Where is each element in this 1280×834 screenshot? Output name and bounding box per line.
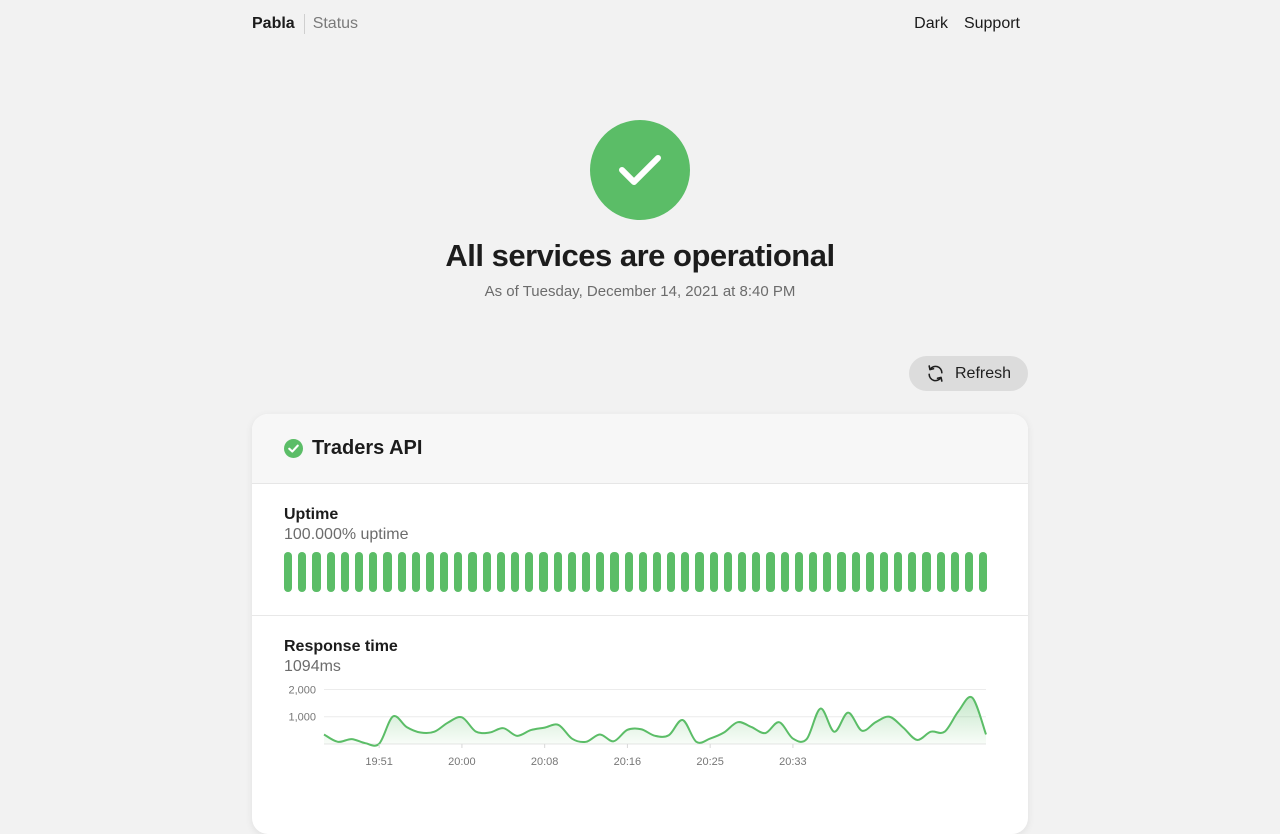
uptime-bar[interactable] [837,552,846,592]
uptime-bar[interactable] [936,552,945,592]
x-tick-label: 20:16 [614,756,642,768]
uptime-bar[interactable] [511,552,520,592]
uptime-bar[interactable] [808,552,818,592]
brand[interactable]: Pabla Status [252,14,358,34]
uptime-bar[interactable] [681,552,690,592]
uptime-value: 100.000% uptime [284,526,409,543]
uptime-bar[interactable] [950,552,959,592]
brand-name[interactable]: Pabla [252,15,295,33]
service-card: Traders API Uptime 100.000% uptime Respo… [252,414,1028,834]
uptime-bar[interactable] [354,552,364,592]
refresh-label: Refresh [954,364,1012,382]
page-title: All services are operational [445,238,835,273]
uptime-section: Uptime 100.000% uptime [252,484,1028,616]
uptime-bar[interactable] [525,552,534,592]
uptime-bar[interactable] [865,552,874,592]
service-name: Traders API [312,437,423,459]
uptime-bar[interactable] [652,552,662,592]
y-tick-label: 2,000 [288,684,316,696]
uptime-bar[interactable] [369,552,378,592]
uptime-bar[interactable] [979,552,988,592]
uptime-bar[interactable] [581,552,591,592]
x-tick-label: 20:08 [531,756,559,768]
uptime-bar[interactable] [908,552,917,592]
checkmark-icon [619,155,661,185]
uptime-bar[interactable] [638,552,647,592]
uptime-bar[interactable] [567,552,576,592]
uptime-bars [284,552,996,592]
response-time-section: Response time 1094ms 1,000 2,000 19:51 20:0… [252,616,1028,779]
response-time-area [324,696,986,746]
uptime-bar[interactable] [284,552,293,592]
uptime-bar[interactable] [454,552,463,592]
x-tick-label: 19:51 [365,756,393,768]
uptime-bar[interactable] [340,552,349,592]
uptime-bar[interactable] [879,552,889,592]
uptime-bar[interactable] [482,552,491,592]
uptime-bar[interactable] [383,552,392,592]
status-check-icon [590,120,690,220]
dark-mode-link[interactable]: Dark [914,15,948,33]
uptime-title: Uptime [284,506,339,523]
uptime-bar[interactable] [624,552,633,592]
brand-divider [303,14,305,34]
uptime-bar[interactable] [596,552,605,592]
uptime-bar[interactable] [326,552,335,592]
uptime-bar[interactable] [794,552,803,592]
uptime-bar[interactable] [723,552,732,592]
service-header[interactable]: Traders API [252,414,1028,484]
top-bar: Pabla Status Dark Support [252,12,1020,36]
uptime-bar[interactable] [553,552,562,592]
uptime-bar[interactable] [752,552,761,592]
uptime-bar[interactable] [823,552,832,592]
uptime-bar[interactable] [411,552,420,592]
response-time-chart: 1,000 2,000 19:51 20:00 20:08 20:16 20:25 20:33 [252,684,996,779]
uptime-bar[interactable] [894,552,903,592]
uptime-bar[interactable] [695,552,704,592]
uptime-bar[interactable] [440,552,449,592]
support-link[interactable]: Support [964,15,1020,33]
response-time-title: Response time [284,638,398,655]
uptime-bar[interactable] [922,552,931,592]
uptime-bar[interactable] [397,552,406,592]
x-tick-label: 20:25 [696,756,724,768]
uptime-bar[interactable] [610,552,619,592]
uptime-bar[interactable] [496,552,505,592]
uptime-bar[interactable] [539,552,548,592]
status-timestamp: As of Tuesday, December 14, 2021 at 8:40… [484,283,796,300]
x-tick-label: 20:00 [448,756,476,768]
uptime-bar[interactable] [298,552,307,592]
uptime-bar[interactable] [766,552,775,592]
check-circle-icon [284,439,303,458]
uptime-bar[interactable] [312,552,321,592]
uptime-bar[interactable] [780,552,789,592]
top-nav: Dark Support [914,15,1020,33]
uptime-bar[interactable] [468,552,477,592]
uptime-bar[interactable] [965,552,974,592]
response-time-value: 1094ms [284,658,341,675]
uptime-bar[interactable] [851,552,860,592]
uptime-bar[interactable] [709,552,718,592]
x-tick-label: 20:33 [779,756,807,768]
y-tick-label: 1,000 [288,712,316,724]
refresh-icon [928,365,943,382]
uptime-bar[interactable] [667,552,676,592]
uptime-bar[interactable] [738,552,747,592]
response-time-chart-svg: 1,000 2,000 19:51 20:00 20:08 20:16 20:25 20:33 [288,684,987,768]
uptime-bar[interactable] [425,552,435,592]
brand-page-label: Status [312,15,359,32]
refresh-button[interactable]: Refresh [909,356,1028,391]
